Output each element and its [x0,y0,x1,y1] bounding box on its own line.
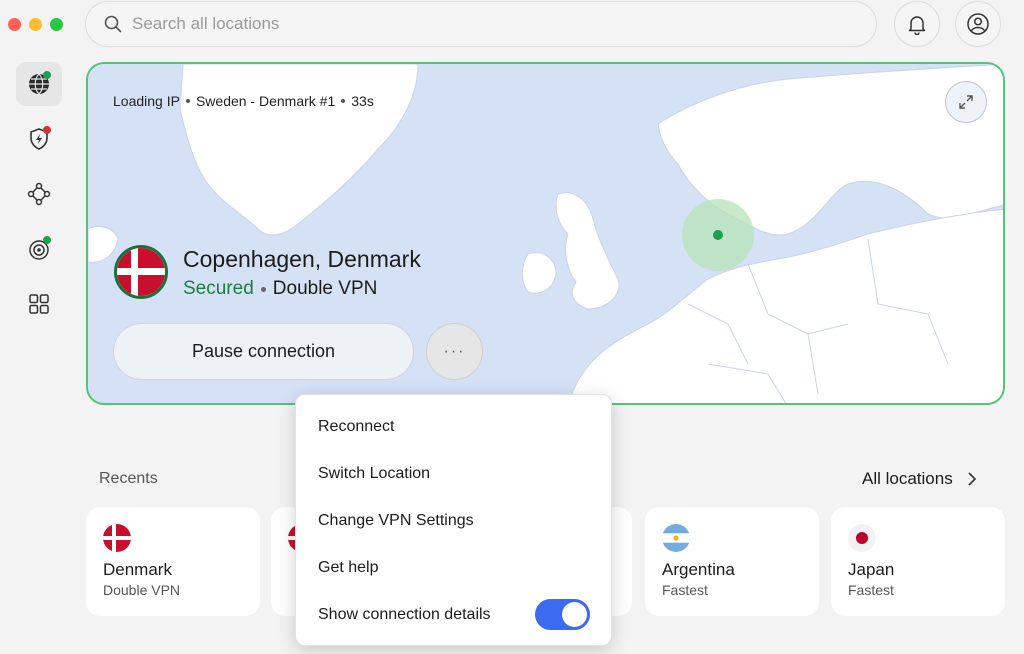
menu-item-switch-location[interactable]: Switch Location [318,465,430,483]
separator-dot [260,286,266,292]
minimize-window-button[interactable] [29,18,42,31]
recent-location-name: Argentina [662,560,735,579]
map-card: Loading IP Sweden - Denmark #1 33s Copen… [86,62,1005,405]
recent-location-sub: Fastest [662,582,708,598]
zoom-window-button[interactable] [50,18,63,31]
all-locations-link[interactable]: All locations [862,469,977,489]
connected-location: Copenhagen, Denmark [183,246,421,272]
sidebar-item-meshnet[interactable] [16,172,62,216]
recent-location-card[interactable]: Japan Fastest [831,507,1005,616]
connection-protocol: Double VPN [272,278,378,299]
search-bar[interactable] [85,1,877,47]
expand-map-button[interactable] [945,81,987,123]
recent-location-sub: Fastest [848,582,894,598]
connection-time: 33s [351,93,374,109]
search-icon [104,15,122,33]
user-icon [967,13,989,35]
search-input[interactable] [132,14,732,34]
recent-location-sub: Double VPN [103,582,181,598]
denmark-flag-icon [114,245,168,299]
map-land-iceland [88,226,119,263]
ip-status: Loading IP [113,93,180,109]
more-options-button[interactable]: ··· [426,323,483,380]
recents-heading: Recents [99,470,158,487]
pause-connection-button[interactable]: Pause connection [113,323,414,380]
window-controls [8,18,63,31]
japan-flag-icon [848,524,876,552]
separator-dot [185,99,190,103]
sidebar-item-threat-protection[interactable] [16,117,62,161]
menu-item-get-help[interactable]: Get help [318,559,378,577]
connection-state: Secured [183,278,254,299]
denmark-flag-icon [103,524,131,552]
menu-item-change-vpn-settings[interactable]: Change VPN Settings [318,512,474,530]
alert-dot [43,126,51,134]
close-window-button[interactable] [8,18,21,31]
notifications-button[interactable] [894,1,940,47]
all-locations-label: All locations [862,469,953,488]
menu-item-show-connection-details: Show connection details [318,606,491,623]
sidebar-item-dark-web-monitor[interactable] [16,227,62,271]
connection-options-menu: Reconnect Switch Location Change VPN Set… [295,394,612,646]
recent-location-card[interactable]: Denmark Double VPN [86,507,260,616]
sidebar-item-apps[interactable] [16,282,62,326]
connection-details: Secured Double VPN [183,278,377,300]
location-pin [713,230,723,240]
map-land-ireland [521,252,557,294]
sidebar-item-vpn[interactable] [16,62,62,106]
expand-icon [959,95,973,109]
map-land-europe [568,208,1003,403]
status-dot [43,71,51,79]
account-button[interactable] [955,1,1001,47]
mesh-network-icon [27,182,51,206]
recent-location-name: Japan [848,560,895,579]
status-dot [43,236,51,244]
connection-status-line: Loading IP Sweden - Denmark #1 33s [113,93,374,109]
menu-item-reconnect[interactable]: Reconnect [318,418,395,436]
recent-location-name: Denmark [103,560,172,579]
toggle-knob [562,602,587,627]
bell-icon [908,16,926,35]
argentina-flag-icon [662,524,690,552]
connection-details-toggle[interactable] [535,599,590,630]
sidebar [16,62,62,337]
separator-dot [341,99,346,103]
grid-icon [29,294,49,314]
recent-location-card[interactable]: Argentina Fastest [645,507,819,616]
map-land-greenland [179,64,419,236]
server-name: Sweden - Denmark #1 [195,93,336,109]
map-land-britain [555,192,620,310]
chevron-right-icon [968,472,976,486]
more-icon: ··· [443,342,466,360]
